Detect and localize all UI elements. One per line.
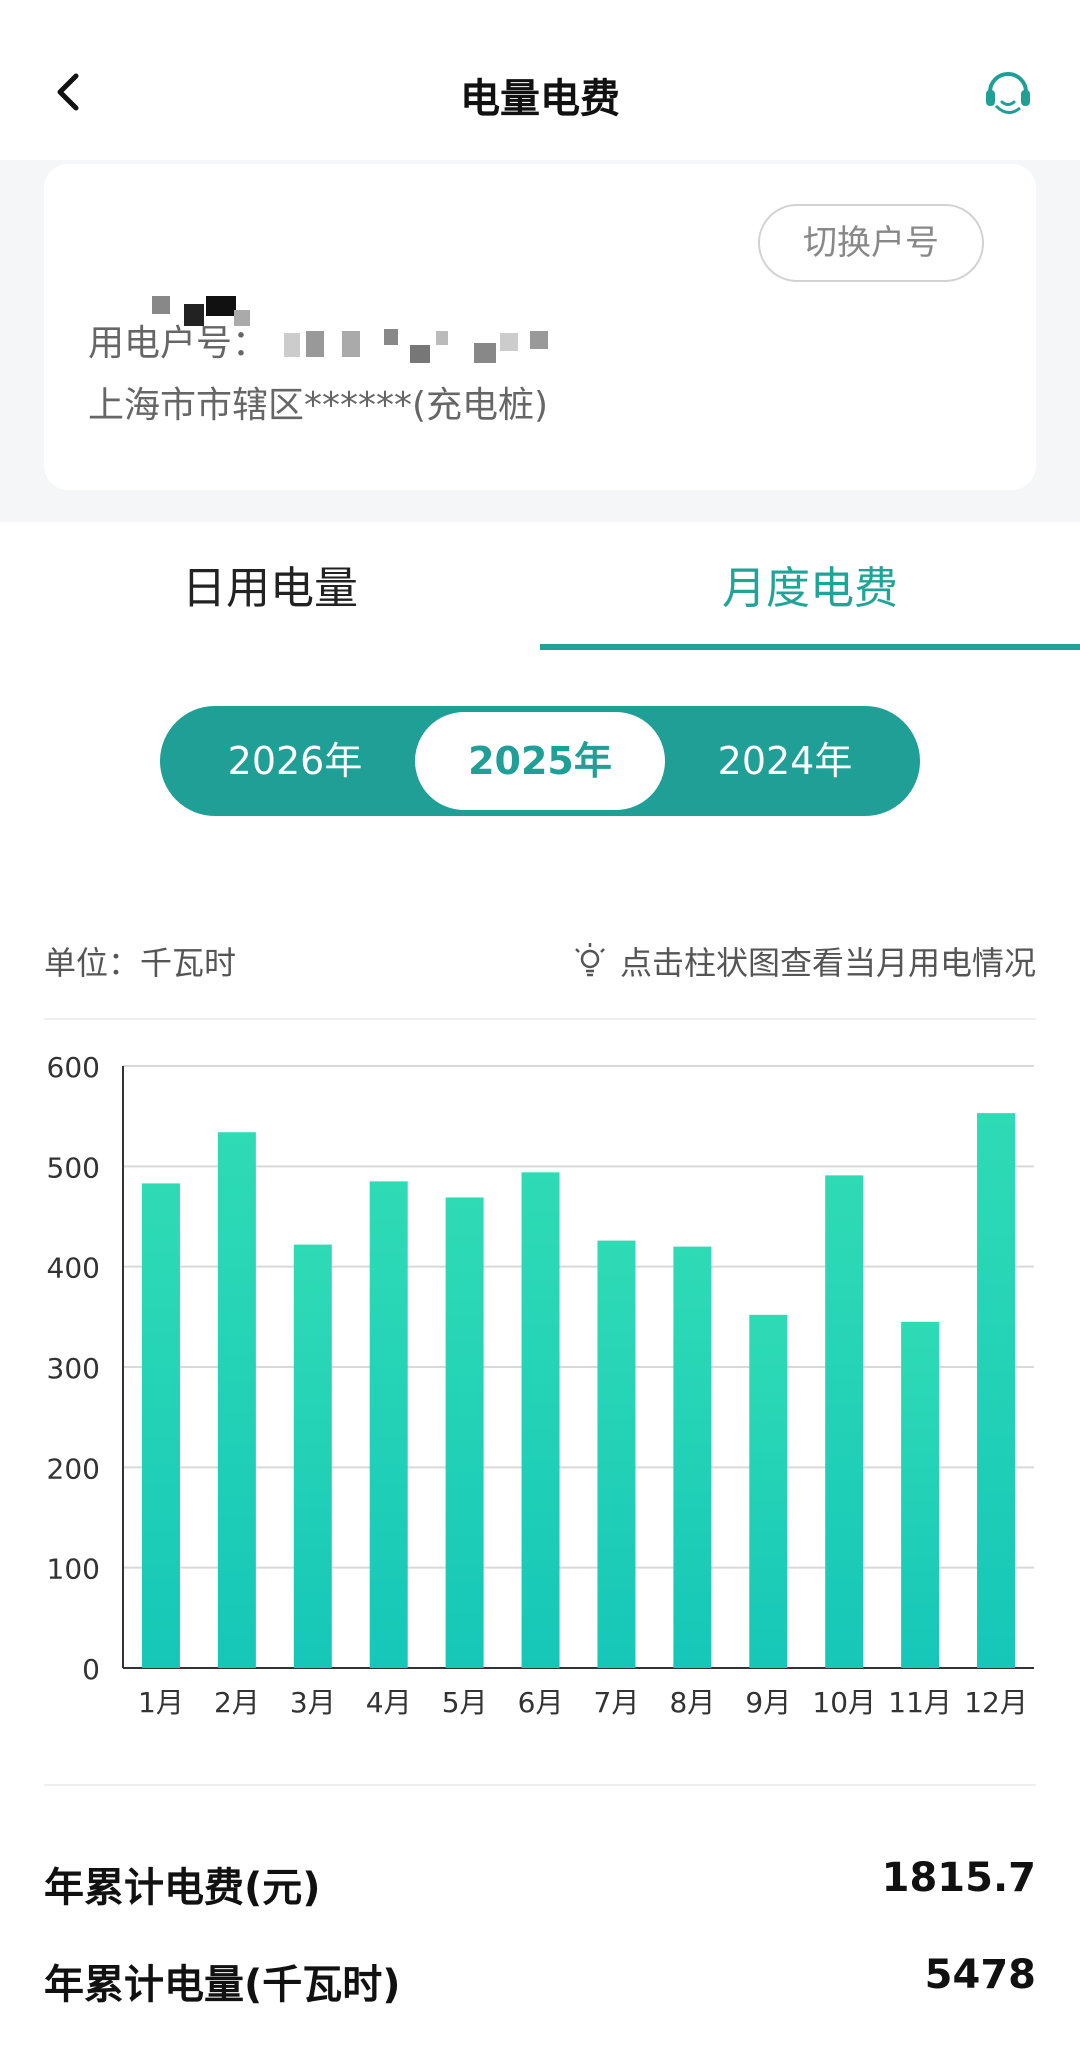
y-tick-label: 100 xyxy=(47,1553,100,1586)
bar-5[interactable] xyxy=(445,1197,484,1668)
tab-monthly-bill[interactable]: 月度电费 xyxy=(540,552,1080,616)
x-tick-label: 11月 xyxy=(888,1686,952,1719)
y-tick-label: 200 xyxy=(47,1452,100,1485)
bar-6[interactable] xyxy=(521,1172,560,1668)
y-tick-label: 0 xyxy=(82,1653,100,1686)
lightbulb-icon xyxy=(575,943,605,977)
annual-usage-value: 5478 xyxy=(924,1952,1036,1998)
x-tick-label: 9月 xyxy=(745,1686,791,1719)
y-tick-label: 600 xyxy=(47,1051,100,1084)
divider-top xyxy=(44,1018,1036,1020)
annual-usage-label: 年累计电量(千瓦时) xyxy=(44,1962,401,2008)
y-tick-label: 500 xyxy=(47,1151,100,1184)
x-tick-label: 6月 xyxy=(518,1686,564,1719)
account-number-label: 用电户号： xyxy=(88,323,269,364)
bar-11[interactable] xyxy=(901,1321,940,1668)
customer-service-button[interactable] xyxy=(978,62,1038,122)
x-tick-label: 1月 xyxy=(138,1686,184,1719)
annual-cost-value: 1815.7 xyxy=(881,1855,1036,1901)
bar-7[interactable] xyxy=(597,1240,636,1668)
year-option-2025[interactable]: 2025年 xyxy=(415,712,665,810)
bar-2[interactable] xyxy=(217,1132,256,1668)
monthly-usage-bar-chart: 0 100 200 300 400 500 600 1月 2月 3月 4月 5月 6月 7月 8月 9月 10月… xyxy=(47,1051,1034,1719)
top-bar: 电量电费 xyxy=(0,0,1080,160)
y-tick-label: 300 xyxy=(47,1352,100,1385)
x-tick-label: 10月 xyxy=(812,1686,876,1719)
unit-label: 单位：千瓦时 xyxy=(44,944,237,982)
account-number-redacted xyxy=(284,325,584,365)
annual-cost-label: 年累计电费(元) xyxy=(44,1865,321,1911)
page-title: 电量电费 xyxy=(460,76,620,122)
active-tab-indicator xyxy=(540,644,1080,650)
bar-9[interactable] xyxy=(749,1314,788,1668)
bar-12[interactable] xyxy=(977,1113,1016,1668)
x-tick-label: 7月 xyxy=(594,1686,640,1719)
year-selector: 2026年 2025年 2024年 xyxy=(160,706,920,816)
account-card: 切换户号 用电户号： 上海市市辖区******(充电桩) xyxy=(44,164,1036,490)
account-number-row: 用电户号： xyxy=(88,314,584,366)
account-name-redacted xyxy=(106,226,250,326)
tab-bar: 日用电量 月度电费 xyxy=(0,522,1080,652)
switch-account-button[interactable]: 切换户号 xyxy=(758,204,984,282)
divider-bottom xyxy=(44,1784,1036,1786)
x-tick-label: 8月 xyxy=(669,1686,715,1719)
bar-10[interactable] xyxy=(825,1175,864,1668)
x-tick-label: 3月 xyxy=(290,1686,336,1719)
tab-daily-usage[interactable]: 日用电量 xyxy=(0,552,540,616)
bar-3[interactable] xyxy=(293,1244,332,1668)
x-tick-label: 4月 xyxy=(366,1686,412,1719)
x-tick-label: 12月 xyxy=(964,1686,1028,1719)
y-tick-label: 400 xyxy=(47,1252,100,1285)
x-tick-label: 2月 xyxy=(214,1686,260,1719)
account-section: 切换户号 用电户号： 上海市市辖区******(充电桩) xyxy=(0,160,1080,522)
chart-tip-text: 点击柱状图查看当月用电情况 xyxy=(619,944,1036,982)
year-option-2024[interactable]: 2024年 xyxy=(660,706,910,816)
bar-8[interactable] xyxy=(673,1246,712,1668)
account-address: 上海市市辖区******(充电桩) xyxy=(88,385,549,426)
bar-1[interactable] xyxy=(141,1183,180,1668)
headset-icon xyxy=(986,72,1030,114)
year-option-2026[interactable]: 2026年 xyxy=(170,706,420,816)
chart-tip: 点击柱状图查看当月用电情况 xyxy=(570,938,1036,984)
x-tick-label: 5月 xyxy=(442,1686,488,1719)
bar-4[interactable] xyxy=(369,1181,408,1668)
